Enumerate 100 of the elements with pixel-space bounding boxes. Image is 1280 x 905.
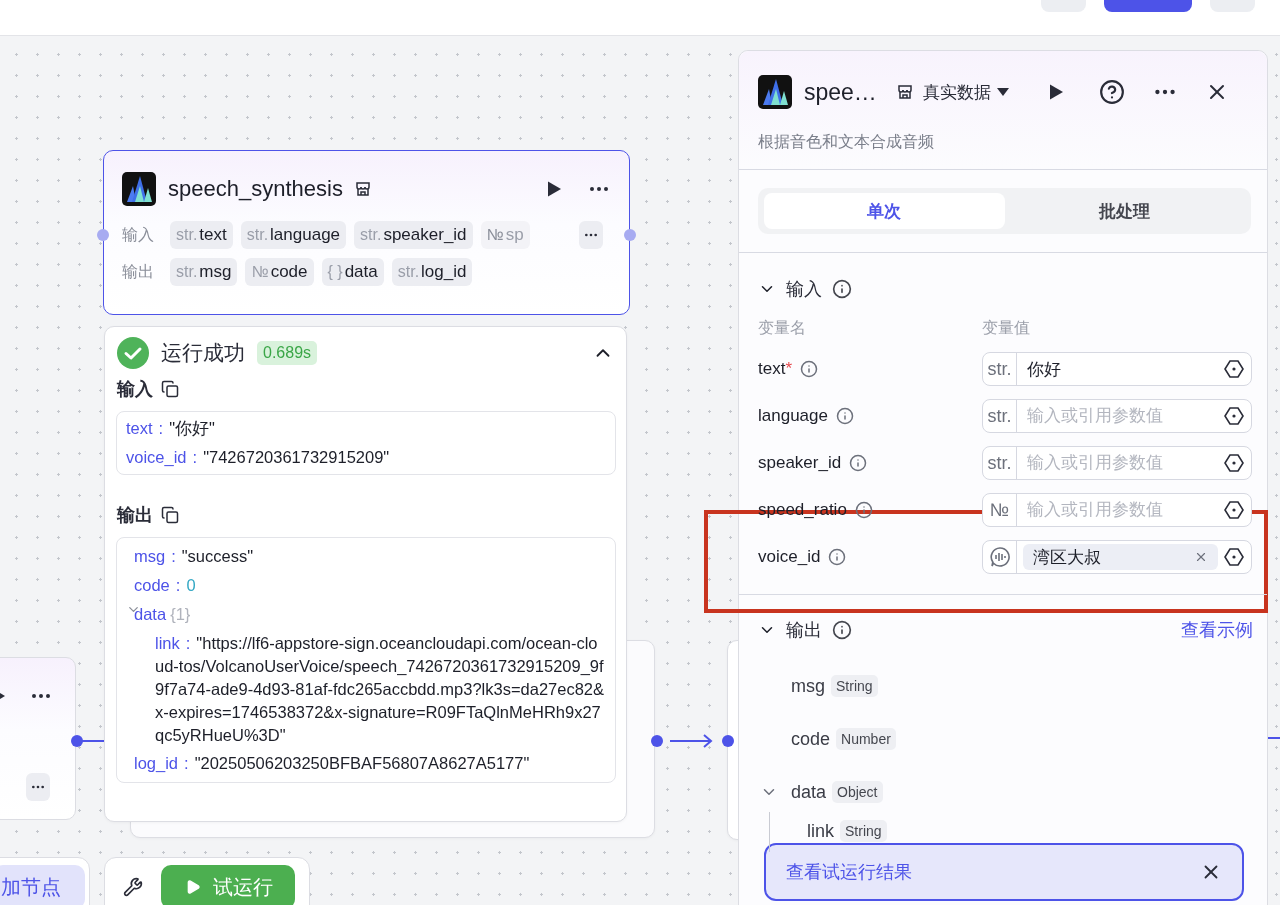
json-value: "7426720361732915209" (203, 447, 390, 468)
colon: : (183, 753, 190, 774)
info-icon (854, 501, 873, 519)
clear-icon[interactable] (1194, 550, 1208, 564)
app-logo-icon (758, 75, 792, 109)
port-row-label: 输出 (122, 261, 155, 282)
reference-icon[interactable] (1224, 453, 1244, 473)
copy-icon[interactable] (161, 380, 179, 398)
toast-text: 查看试运行结果 (786, 861, 913, 884)
node-title: speech_synthesis (168, 176, 343, 202)
more-button[interactable] (26, 773, 50, 801)
colon: : (157, 418, 165, 439)
column-header: 变量值 (982, 318, 1031, 338)
object-summary: {1} (170, 604, 191, 625)
info-icon (828, 548, 847, 566)
parameter-chip: str.msg (170, 258, 238, 286)
json-key: msg (134, 542, 166, 571)
section-title: 输入 (117, 378, 153, 401)
mode-tab[interactable]: 批处理 (1004, 193, 1245, 229)
type-prefix: № (983, 494, 1017, 526)
voice-chip: 湾区大叔 (1023, 544, 1218, 570)
toolbar-button[interactable] (1104, 0, 1192, 12)
output-name: code (791, 728, 831, 750)
json-value: 0 (186, 575, 196, 596)
node-description: 根据音色和文本合成音频 (758, 132, 935, 152)
more-button[interactable] (579, 221, 603, 249)
type-tag: Number (836, 728, 896, 750)
json-entry: link : "https://lf6-appstore-sign.oceancloudapi.com/ocean-cloud-tos/VolcanoUserVoice/speech_7426720361732915209_9f9f7a74-ade9-4d93-81af-fdc265accbdd.mp3?lk3s=da27ec82&x-expires=1746538372&x-signature=R09FTaQlnMeHRh9x27qc5yRHueU%3D" (154, 633, 606, 746)
value-input[interactable]: 输入或引用参数值 (1017, 500, 1224, 520)
json-key: code (134, 571, 170, 600)
voice-select-field[interactable]: 湾区大叔 (982, 540, 1252, 574)
store-icon (896, 84, 913, 100)
json-key: voice_id (126, 443, 187, 472)
parameter-field[interactable]: str. 输入或引用参数值 (982, 446, 1252, 480)
type-prefix: str. (983, 447, 1017, 479)
colon: : (170, 546, 177, 567)
data-mode-dropdown[interactable]: 真实数据 (922, 80, 1009, 104)
info-icon (832, 279, 852, 299)
mode-tab[interactable]: 单次 (764, 193, 1005, 229)
value-input[interactable]: 输入或引用参数值 (1017, 453, 1224, 473)
output-name: link (807, 820, 834, 842)
panel-title: spee… (804, 78, 877, 106)
help-icon[interactable] (1098, 79, 1125, 105)
type-prefix: str. (983, 353, 1017, 385)
output-name: msg (791, 675, 825, 697)
parameter-name: speaker_id (758, 453, 842, 473)
colon: : (174, 575, 182, 596)
type-prefix: str. (983, 400, 1017, 432)
section-title: 输入 (786, 278, 822, 301)
play-icon (185, 879, 201, 895)
parameter-name: text* (758, 359, 793, 379)
parameter-field[interactable]: № 输入或引用参数值 (982, 493, 1252, 527)
play-icon[interactable] (545, 180, 563, 198)
parameter-chip: №sp (480, 221, 530, 249)
parameter-field[interactable]: str. 输入或引用参数值 (982, 399, 1252, 433)
voice-icon (988, 546, 1011, 568)
parameter-chip: str.log_id (391, 258, 473, 286)
connection-line (1268, 737, 1280, 739)
parameter-chip: str.language (240, 221, 347, 249)
section-title: 输出 (786, 619, 822, 642)
output-name: data (791, 781, 827, 803)
app-logo-icon (122, 172, 156, 206)
json-value: "success" (181, 546, 254, 567)
parameter-field[interactable]: str. 你好 (982, 352, 1252, 386)
json-key: text (126, 414, 153, 443)
add-node-button[interactable]: 加节点 (0, 865, 85, 905)
success-check-icon (117, 337, 149, 369)
reference-icon[interactable] (1224, 359, 1244, 379)
colon: : (191, 447, 199, 468)
run-status: 运行成功 (161, 340, 245, 366)
parameter-chip: str.speaker_id (354, 221, 473, 249)
duration-badge: 0.689s (257, 341, 318, 365)
wrench-icon[interactable] (123, 877, 143, 897)
parameter-chip: { }data (321, 258, 384, 286)
reference-icon[interactable] (1224, 500, 1244, 520)
json-key: log_id (134, 749, 179, 778)
type-tag: String (840, 820, 887, 842)
run-result-toast[interactable]: 查看试运行结果 (764, 843, 1244, 901)
output-port (624, 229, 636, 241)
info-icon (849, 454, 868, 472)
parameter-name: voice_id (758, 547, 821, 567)
info-icon (800, 360, 819, 378)
info-icon (835, 407, 854, 425)
store-icon (354, 181, 371, 197)
parameter-chip: str.text (170, 221, 233, 249)
reference-icon[interactable] (1224, 547, 1244, 567)
value-input[interactable]: 你好 (1017, 359, 1224, 379)
info-icon (832, 620, 852, 640)
view-example-link[interactable]: 查看示例 (1181, 618, 1253, 642)
json-key: data (134, 600, 167, 629)
json-value: "20250506203250BFBAF56807A8627A5177" (194, 753, 530, 774)
caret-icon (996, 87, 1009, 97)
column-header: 变量名 (758, 318, 807, 338)
reference-icon[interactable] (1224, 406, 1244, 426)
json-value: "你好" (169, 418, 215, 439)
value-input[interactable]: 输入或引用参数值 (1017, 406, 1224, 426)
type-tag: String (831, 675, 878, 697)
copy-icon[interactable] (161, 506, 179, 524)
port-row-label: 输入 (122, 224, 155, 245)
section-title: 输出 (117, 504, 153, 527)
